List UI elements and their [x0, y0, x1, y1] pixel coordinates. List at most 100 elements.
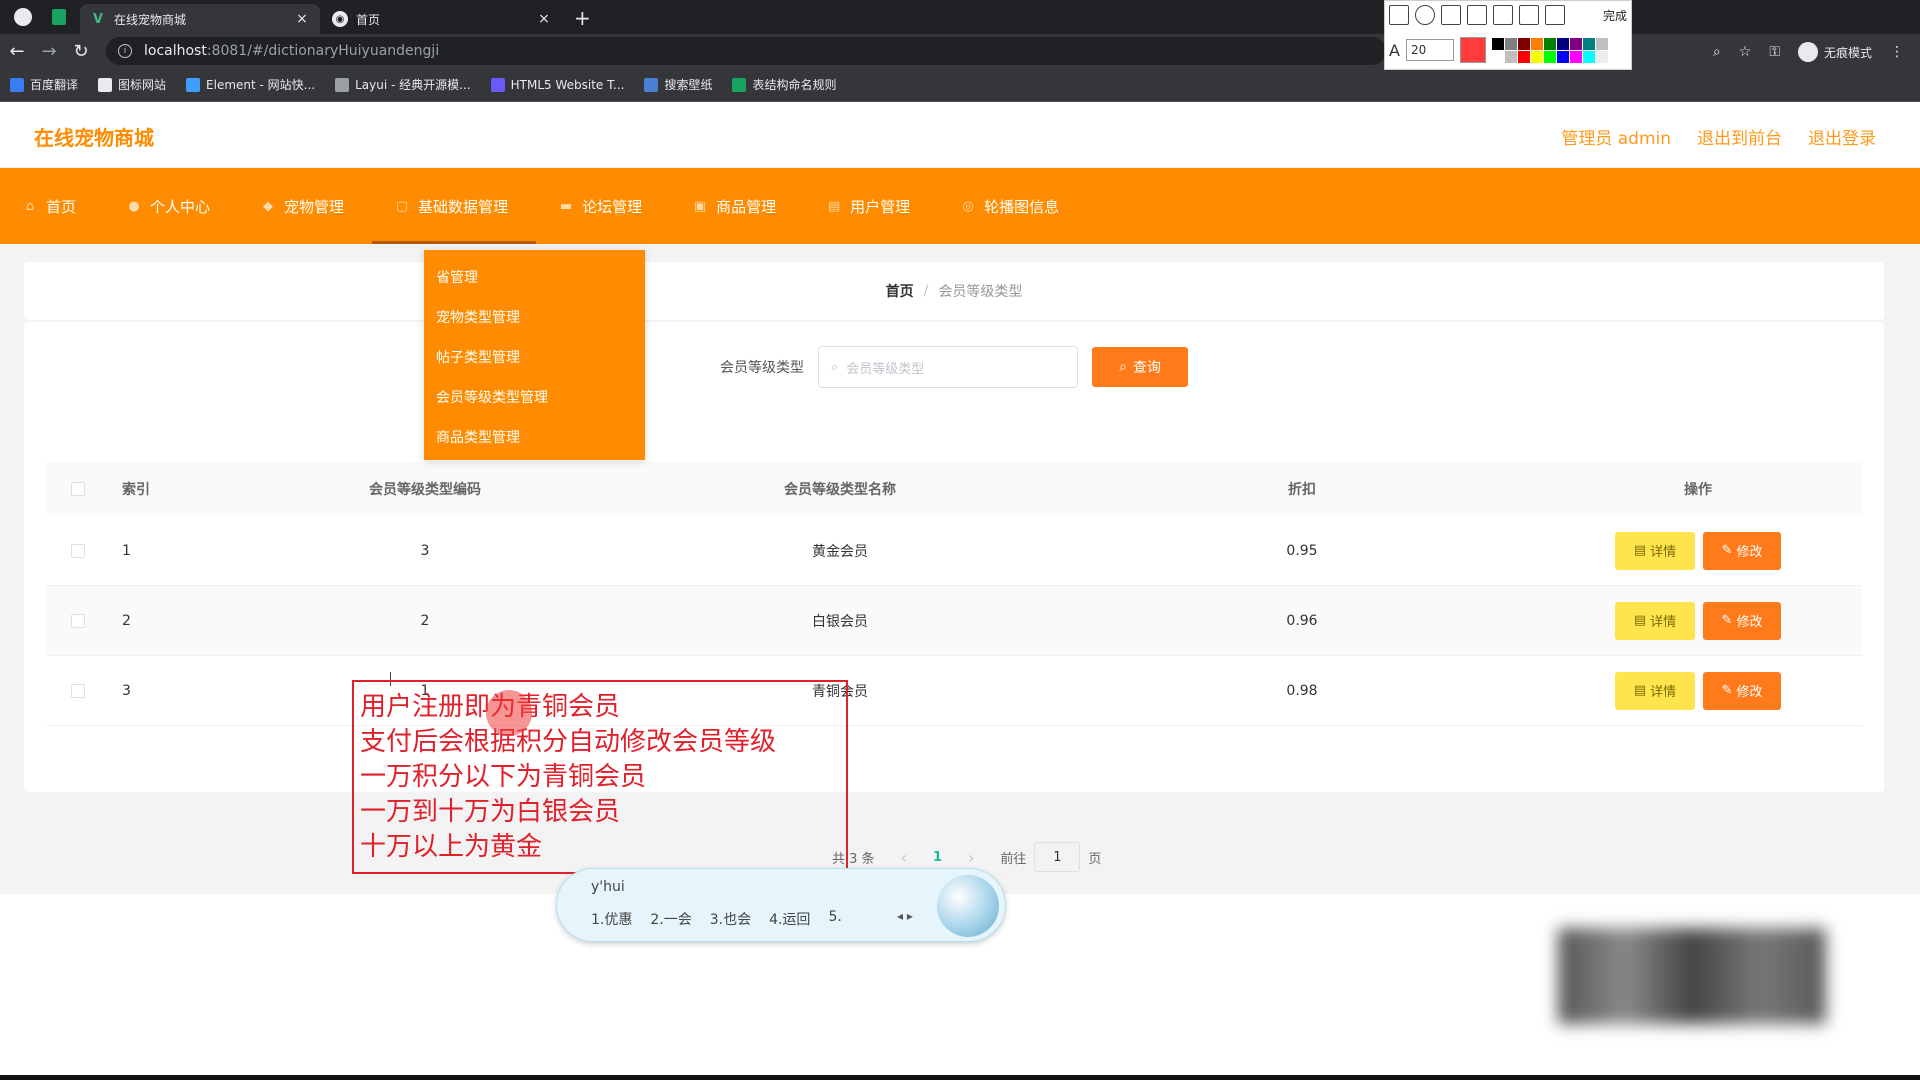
ime-candidate[interactable]: 1.优惠	[591, 909, 632, 929]
sheet-icon	[732, 77, 747, 92]
globe-favicon-icon: ◉	[332, 11, 348, 27]
bookmark-label: 图标网站	[118, 78, 167, 92]
tab-home[interactable]: ◉ 首页 ×	[322, 4, 562, 34]
back-icon[interactable]: ←	[6, 41, 28, 62]
menu-item-users[interactable]: ▤ 用户管理	[804, 168, 938, 244]
list-panel: 会员等级类型 ⌕ 会员等级类型 ⌕ 查询 索引 会员等级类型编码 会员等级类型名…	[24, 322, 1884, 872]
detail-button[interactable]: ▤ 详情	[1615, 601, 1695, 640]
color-palette[interactable]	[1491, 37, 1608, 63]
close-tab-icon[interactable]: ×	[294, 11, 310, 27]
pen-tool-icon[interactable]	[1467, 5, 1487, 25]
header-discount: 折扣	[1288, 482, 1316, 498]
edit-button[interactable]: ✎ 修改	[1703, 601, 1781, 640]
edit-button[interactable]: ✎ 修改	[1703, 671, 1781, 710]
page-number[interactable]: 1	[933, 850, 942, 865]
select-all-cell	[46, 462, 110, 516]
brand-title: 在线宠物商城	[34, 126, 154, 150]
row-checkbox[interactable]	[71, 613, 85, 628]
vue-favicon-icon: V	[92, 11, 104, 27]
bookmark-star-icon[interactable]: ☆	[1739, 44, 1752, 60]
undo-icon[interactable]	[1545, 5, 1565, 25]
ime-candidate[interactable]: 4.运回	[769, 909, 810, 929]
text-tool-icon[interactable]	[1519, 5, 1539, 25]
close-tab-icon[interactable]: ×	[536, 11, 552, 27]
blurred-watermark	[1558, 928, 1826, 1024]
browser-menu-icon[interactable]	[14, 8, 32, 26]
incognito-indicator[interactable]: 无痕模式	[1797, 42, 1872, 62]
new-tab-icon[interactable]: +	[574, 6, 591, 30]
search-icon: ⌕	[831, 359, 839, 375]
submenu-province[interactable]: 省管理	[424, 258, 645, 298]
detail-button[interactable]: ▤ 详情	[1615, 531, 1695, 570]
search-input[interactable]: ⌕ 会员等级类型	[818, 346, 1078, 388]
cell-index: 2	[122, 612, 131, 629]
bookmark-item[interactable]: HTML5 Website T...	[490, 77, 624, 92]
ime-candidate[interactable]: 2.一会	[650, 909, 691, 929]
menu-item-forum[interactable]: ▬ 论坛管理	[536, 168, 670, 244]
ime-page-arrows-icon[interactable]: ◂ ▸	[897, 909, 913, 923]
menu-label: 宠物管理	[284, 197, 345, 216]
bookmark-item[interactable]: 表结构命名规则	[732, 76, 836, 93]
incognito-label: 无痕模式	[1823, 45, 1872, 60]
edit-button[interactable]: ✎ 修改	[1703, 531, 1781, 570]
cell-discount: 0.95	[1286, 542, 1318, 559]
tab-pet-mall[interactable]: V 在线宠物商城 ×	[80, 4, 320, 34]
next-page-icon[interactable]: ›	[968, 848, 974, 867]
exit-to-frontend-link[interactable]: 退出到前台	[1697, 124, 1782, 149]
tab-group-icon[interactable]	[52, 9, 66, 25]
menu-item-pets[interactable]: ◆ 宠物管理	[238, 168, 372, 244]
ime-candidate[interactable]: 3.也会	[710, 909, 751, 929]
bookmark-item[interactable]: 百度翻译	[10, 76, 78, 93]
cell-ops: ▤ 详情 ✎ 修改	[1534, 656, 1862, 725]
cell-code: 3	[420, 542, 430, 559]
submenu-goods-type[interactable]: 商品类型管理	[424, 418, 645, 458]
ellipse-tool-icon[interactable]	[1415, 5, 1435, 25]
menu-label: 首页	[46, 197, 77, 216]
select-all-checkbox[interactable]	[71, 482, 85, 496]
detail-button[interactable]: ▤ 详情	[1615, 671, 1695, 710]
font-size-select[interactable]: 20	[1405, 39, 1454, 61]
menu-item-goods[interactable]: ▣ 商品管理	[670, 168, 804, 244]
admin-user-link[interactable]: 管理员 admin	[1561, 124, 1671, 149]
bookmark-item[interactable]: Layui - 经典开源模...	[335, 76, 471, 93]
query-button[interactable]: ⌕ 查询	[1092, 347, 1188, 387]
done-button[interactable]: 完成	[1603, 7, 1627, 24]
annotation-box[interactable]: 用户注册即为青铜会员 支付后会根据积分自动修改会员等级 一万积分以下为青铜会员 …	[352, 680, 848, 874]
address-bar[interactable]: i localhost:8081/#/dictionaryHuiyuandeng…	[106, 37, 1386, 65]
logout-link[interactable]: 退出登录	[1808, 124, 1876, 149]
site-info-icon[interactable]: i	[118, 44, 132, 58]
menu-item-carousel[interactable]: ◎ 轮播图信息	[938, 168, 1087, 244]
ime-candidate[interactable]: 5.	[828, 909, 841, 929]
current-color-swatch[interactable]	[1459, 37, 1486, 63]
prev-page-icon[interactable]: ‹	[901, 848, 907, 867]
cell-index: 3	[122, 682, 131, 699]
goto-page-input[interactable]: 1	[1034, 842, 1081, 872]
forward-icon[interactable]: →	[38, 41, 60, 62]
menu-label: 商品管理	[716, 197, 777, 216]
zoom-icon[interactable]: ⌕	[1713, 44, 1721, 60]
bookmark-item[interactable]: Element - 网站快...	[186, 76, 315, 93]
menu-item-base-data[interactable]: ▢ 基础数据管理	[372, 168, 537, 244]
more-menu-icon[interactable]: ⋮	[1890, 44, 1904, 60]
menu-item-home[interactable]: ⌂ 首页	[0, 168, 104, 244]
submenu-member-level[interactable]: 会员等级类型管理	[424, 378, 645, 418]
bookmark-label: 百度翻译	[30, 78, 79, 92]
submenu-pet-type[interactable]: 宠物类型管理	[424, 298, 645, 338]
base-data-submenu: 省管理 宠物类型管理 帖子类型管理 会员等级类型管理 商品类型管理	[424, 250, 645, 460]
row-checkbox[interactable]	[71, 683, 85, 698]
mosaic-tool-icon[interactable]	[1493, 5, 1513, 25]
key-icon[interactable]: ⚿	[1769, 44, 1780, 60]
rect-tool-icon[interactable]	[1389, 5, 1409, 25]
detail-icon: ▤	[1633, 543, 1647, 558]
submenu-post-type[interactable]: 帖子类型管理	[424, 338, 645, 378]
edit-icon: ✎	[1721, 683, 1733, 698]
detail-label: 详情	[1650, 545, 1677, 560]
bookmark-item[interactable]: 图标网站	[98, 76, 166, 93]
arrow-tool-icon[interactable]	[1441, 5, 1461, 25]
goods-icon: ▣	[693, 198, 707, 214]
breadcrumb-home[interactable]: 首页	[886, 281, 914, 301]
menu-item-profile[interactable]: ● 个人中心	[104, 168, 238, 244]
row-checkbox[interactable]	[71, 543, 85, 558]
reload-icon[interactable]: ↻	[70, 41, 92, 62]
bookmark-item[interactable]: 搜索壁纸	[644, 76, 712, 93]
